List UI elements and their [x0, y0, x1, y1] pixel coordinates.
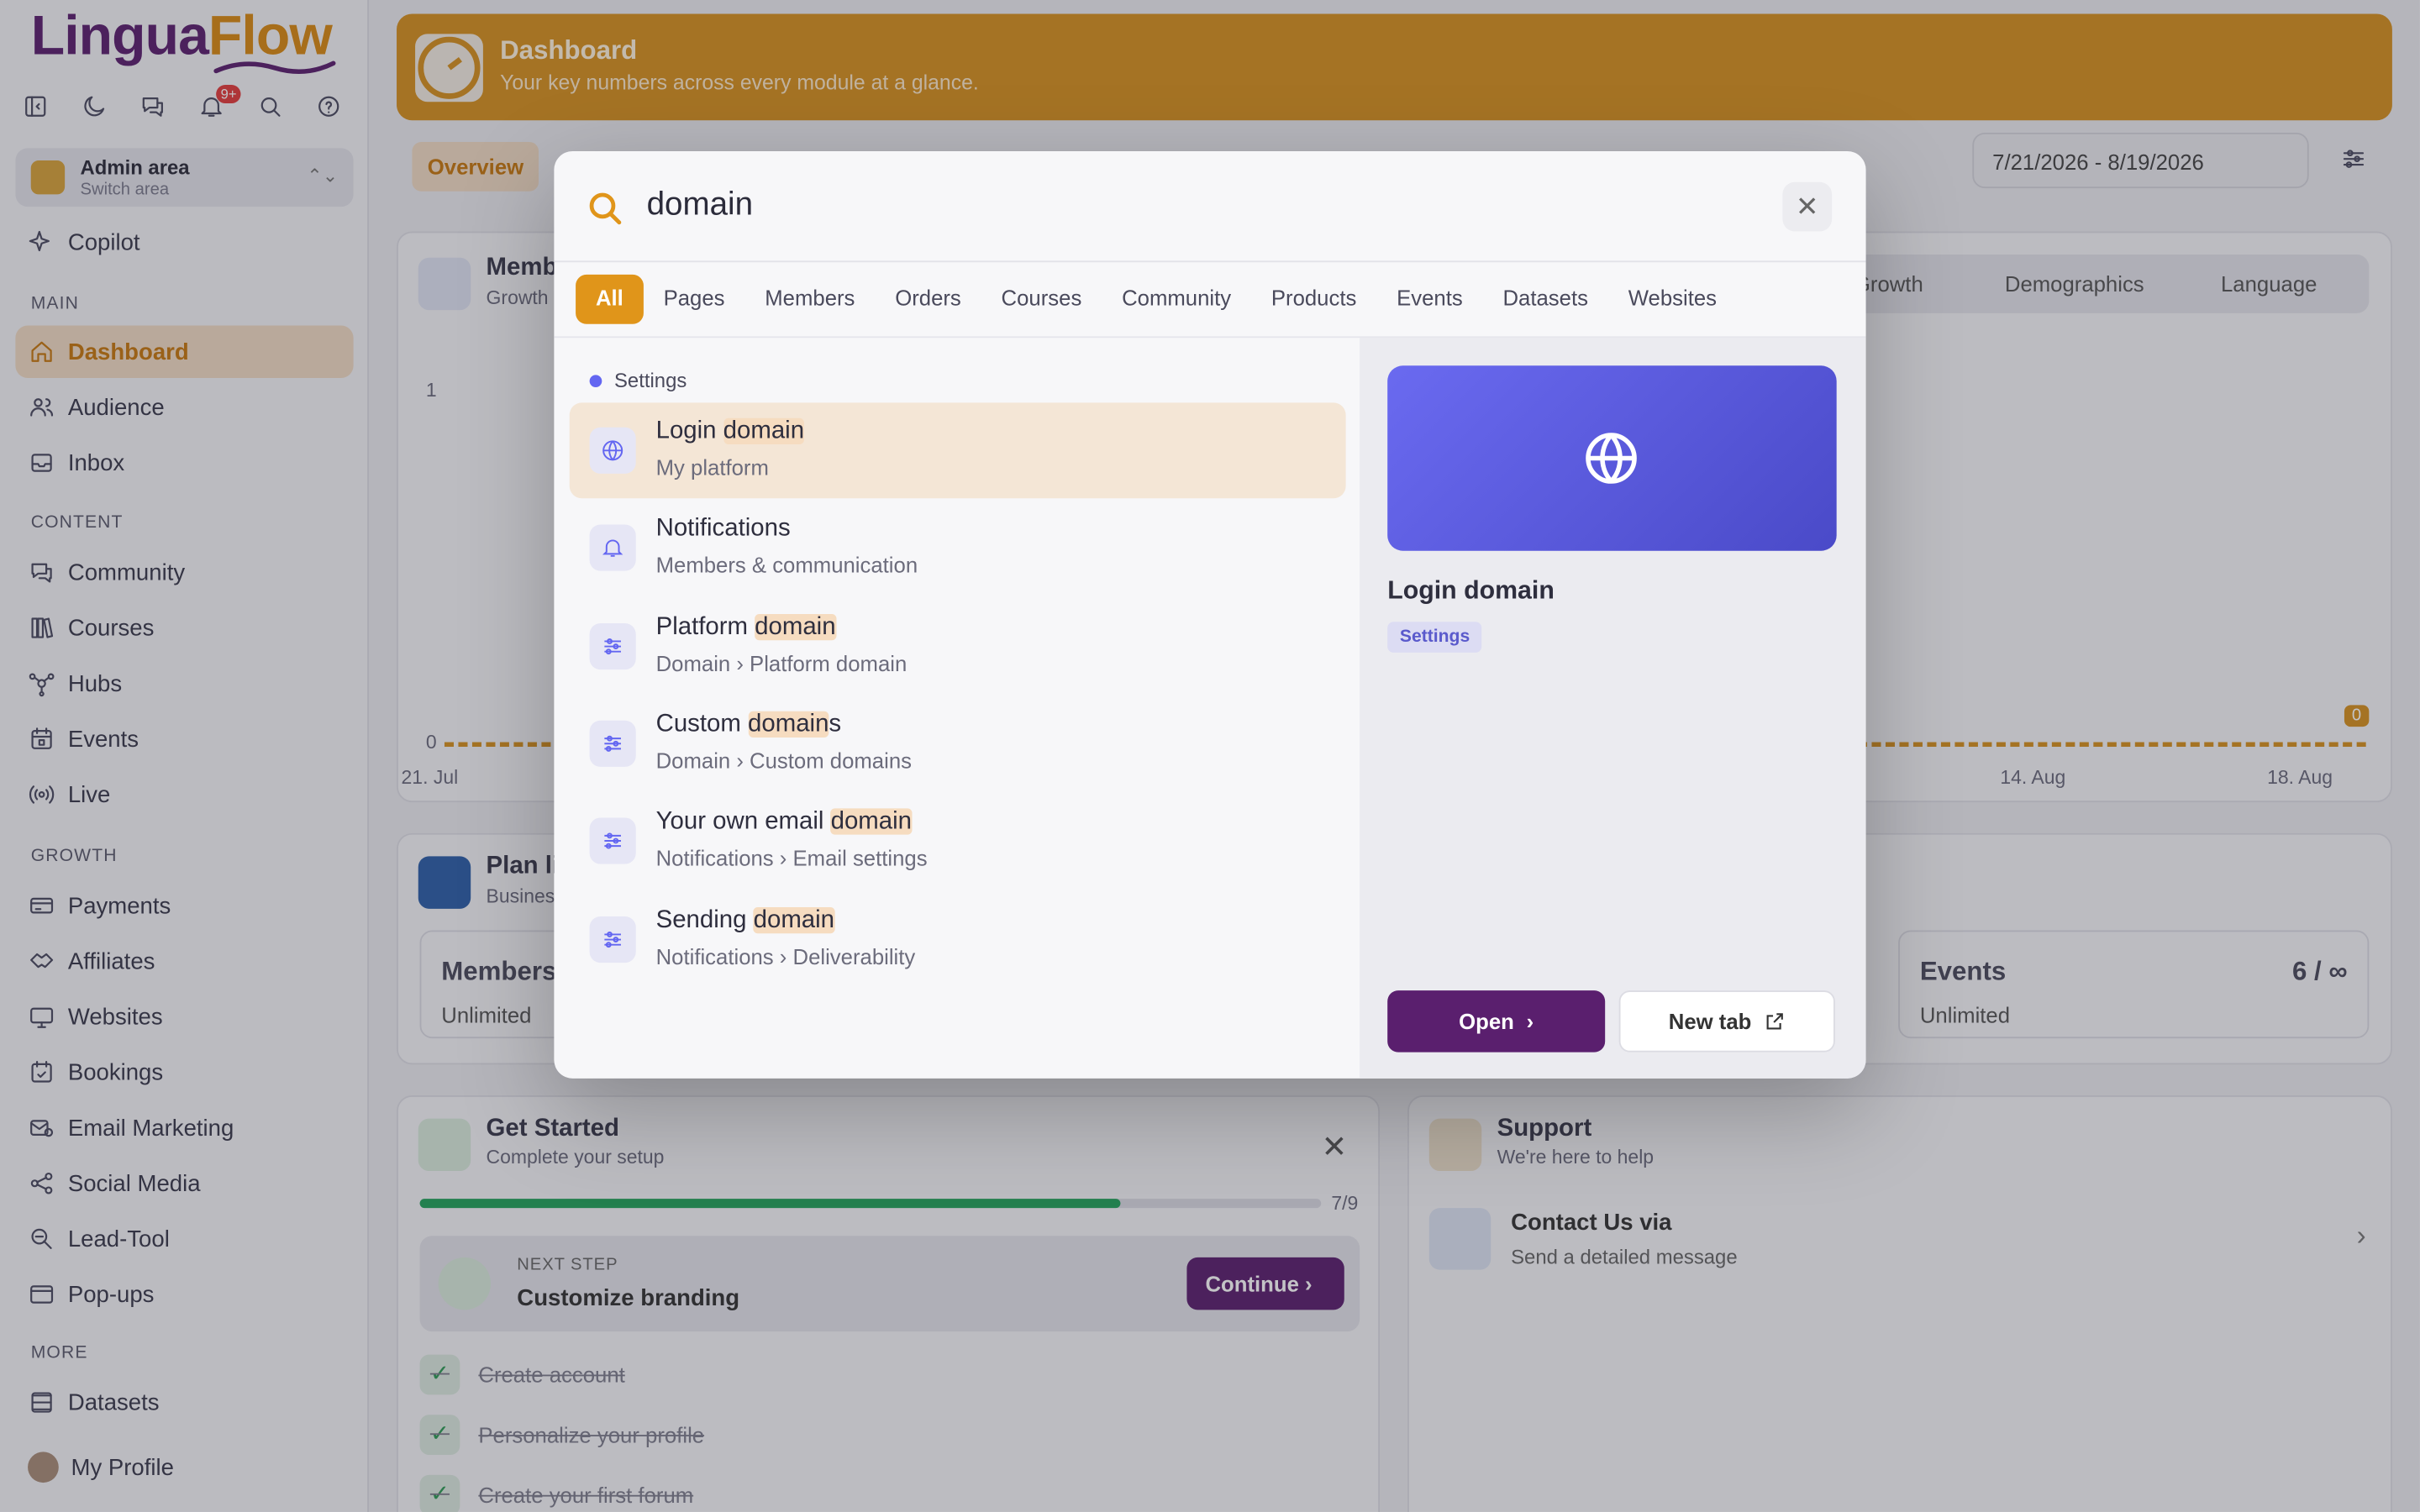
globe-icon [589, 427, 636, 474]
filter-tab-events[interactable]: Events [1376, 275, 1482, 324]
close-icon[interactable]: ✕ [1782, 181, 1833, 232]
bell-icon [589, 525, 636, 572]
filter-tab-all[interactable]: All [576, 274, 644, 324]
chevron-right-icon: › [1526, 1009, 1534, 1034]
filter-tab-community[interactable]: Community [1102, 275, 1251, 324]
globe-icon [1586, 433, 1637, 484]
result-title: Login domain [655, 417, 805, 444]
search-input[interactable]: domain [647, 186, 754, 223]
search-result-item[interactable]: Your own email domain Notifications › Ema… [570, 793, 1346, 889]
result-title: Sending domain [655, 906, 835, 933]
search-result-item[interactable]: Notifications Members & communication [570, 501, 1346, 596]
search-result-item[interactable]: Login domain My platform [569, 402, 1346, 499]
result-subtitle: Members & communication [655, 553, 918, 578]
filter-tab-datasets[interactable]: Datasets [1483, 275, 1608, 324]
result-title: Platform domain [655, 613, 836, 640]
search-result-item[interactable]: Platform domain Domain › Platform domain [570, 598, 1346, 694]
filter-tab-orders[interactable]: Orders [875, 275, 981, 324]
sliders-icon [589, 720, 636, 767]
filter-tab-pages[interactable]: Pages [644, 275, 745, 324]
filter-tabs: All Pages Members Orders Courses Community Pro… [576, 274, 1737, 324]
new-tab-button[interactable]: New tab [1618, 990, 1835, 1053]
filter-tab-members[interactable]: Members [744, 275, 875, 324]
group-header: Settings [589, 369, 687, 392]
search-bar: domain ✕ [554, 151, 1866, 263]
sliders-icon [589, 916, 636, 963]
open-button[interactable]: Open › [1387, 990, 1606, 1053]
search-icon [585, 188, 625, 228]
result-preview: Login domain Settings Open › New tab [1360, 336, 1866, 1079]
preview-banner [1387, 365, 1837, 551]
filter-tab-websites[interactable]: Websites [1608, 275, 1737, 324]
filter-tab-products[interactable]: Products [1251, 275, 1376, 324]
sliders-icon [589, 622, 636, 669]
search-result-item[interactable]: Sending domain Notifications › Deliverabi… [570, 891, 1346, 987]
external-link-icon [1766, 1013, 1783, 1030]
preview-title: Login domain [1387, 576, 1555, 605]
search-result-item[interactable]: Custom domains Domain › Custom domains [570, 696, 1346, 791]
result-title: Notifications [655, 516, 791, 543]
result-title: Custom domains [655, 711, 842, 738]
result-subtitle: Notifications › Deliverability [655, 943, 916, 969]
preview-tag: Settings [1387, 622, 1482, 653]
result-subtitle: My platform [655, 454, 769, 480]
results-list: Settings Login domain My platform Notifica… [554, 336, 1360, 1078]
result-subtitle: Notifications › Email settings [655, 845, 928, 871]
search-modal: domain ✕ All Pages Members Orders Courses Com… [554, 150, 1866, 1079]
result-title: Your own email domain [655, 808, 913, 835]
sliders-icon [589, 817, 636, 864]
result-subtitle: Domain › Custom domains [655, 748, 913, 773]
result-subtitle: Domain › Platform domain [655, 650, 908, 675]
filter-tab-courses[interactable]: Courses [981, 275, 1102, 324]
